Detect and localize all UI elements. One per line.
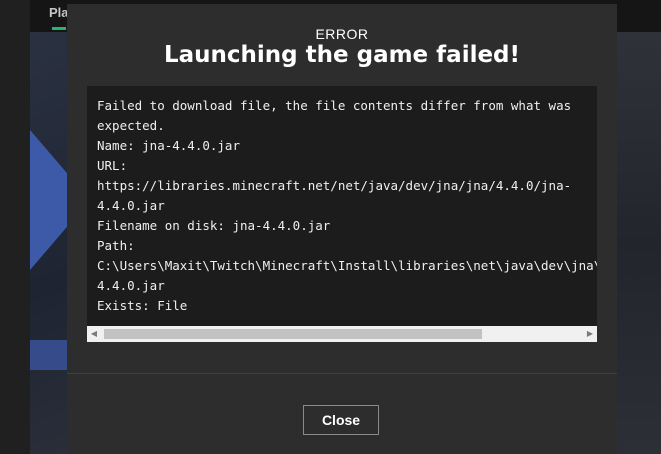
dialog-divider — [67, 373, 617, 374]
log-line: Exists: File — [97, 298, 188, 313]
log-line: 4.4.0.jar — [97, 198, 165, 213]
error-dialog: ERROR Launching the game failed! Failed … — [67, 4, 617, 454]
dialog-title: Launching the game failed! — [163, 42, 521, 68]
error-log-text: Failed to download file, the file conten… — [97, 96, 597, 316]
dialog-heading: ERROR — [315, 26, 369, 42]
log-line: C:\Users\Maxit\Twitch\Minecraft\Install\… — [97, 258, 597, 273]
log-line: https://libraries.minecraft.net/net/java… — [97, 178, 572, 193]
background-artwork-right — [617, 32, 661, 454]
close-button[interactable]: Close — [303, 405, 379, 435]
scrollbar-thumb[interactable] — [104, 329, 482, 339]
log-line: 4.4.0.jar — [97, 278, 165, 293]
play-tab[interactable]: Pla — [49, 5, 69, 20]
log-line: Path: — [97, 238, 135, 253]
horizontal-scrollbar[interactable]: ◀ ▶ — [87, 326, 597, 342]
arrow-left-icon[interactable]: ◀ — [87, 326, 101, 342]
log-line: Name: jna-4.4.0.jar — [97, 138, 240, 153]
arrow-right-icon[interactable]: ▶ — [583, 326, 597, 342]
error-log-box[interactable]: Failed to download file, the file conten… — [87, 86, 597, 342]
log-line: expected. — [97, 118, 165, 133]
left-sidebar-strip — [0, 0, 30, 454]
log-line: Filename on disk: jna-4.4.0.jar — [97, 218, 331, 233]
log-line: Failed to download file, the file conten… — [97, 98, 572, 113]
active-tab-indicator — [52, 27, 66, 30]
log-line: URL: — [97, 158, 128, 173]
